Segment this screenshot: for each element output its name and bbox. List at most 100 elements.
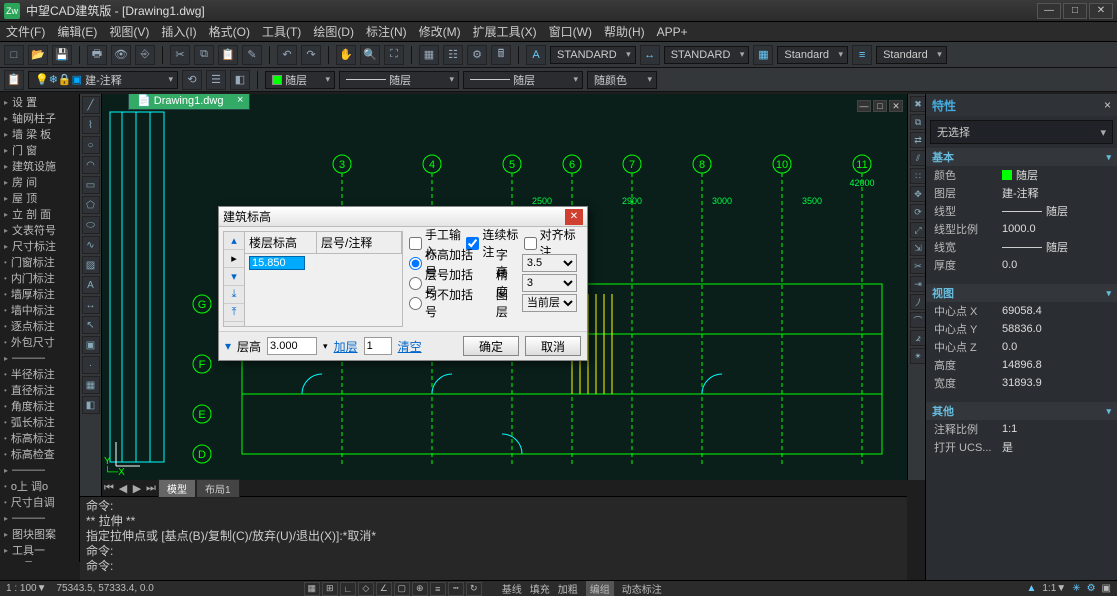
- arrow2-icon[interactable]: ▾: [224, 268, 244, 286]
- copy-icon[interactable]: ⧉: [194, 45, 214, 65]
- prop-row[interactable]: 中心点 Z0.0: [926, 338, 1117, 356]
- tab-nav-last[interactable]: ⏭: [144, 482, 158, 495]
- menu-modify[interactable]: 修改(M): [419, 23, 461, 40]
- minimize-button[interactable]: —: [1037, 3, 1061, 19]
- break-icon[interactable]: ⵰: [910, 294, 926, 310]
- elevation-input[interactable]: [249, 256, 305, 270]
- doc-min-button[interactable]: —: [857, 100, 871, 112]
- arch-menu-item[interactable]: o上 调o: [0, 478, 79, 494]
- status-scale[interactable]: 1 : 100▼: [6, 583, 46, 594]
- table-icon[interactable]: ▦: [82, 376, 100, 394]
- prop-row[interactable]: 打开 UCS...是: [926, 438, 1117, 456]
- status-opt[interactable]: 填充: [530, 581, 550, 596]
- prop-row[interactable]: 线型比例1000.0: [926, 220, 1117, 238]
- publish-icon[interactable]: ⎆: [135, 45, 155, 65]
- prop-row[interactable]: 线宽 随层: [926, 238, 1117, 256]
- ellipse-icon[interactable]: ⬭: [82, 216, 100, 234]
- arch-menu-item[interactable]: 图块图案: [0, 526, 79, 542]
- pan-icon[interactable]: ✋: [336, 45, 356, 65]
- zoom-icon[interactable]: 🔍: [360, 45, 380, 65]
- arch-menu-item[interactable]: ———: [0, 462, 79, 478]
- tablestyle-icon[interactable]: ▦: [753, 45, 773, 65]
- arrow3-icon[interactable]: ⤓: [224, 286, 244, 304]
- linetype-combo[interactable]: 随层: [339, 71, 459, 89]
- explode-icon[interactable]: ✴: [910, 348, 926, 364]
- tab-nav-prev[interactable]: ◀: [116, 482, 130, 495]
- erase-icon[interactable]: ✖: [910, 96, 926, 112]
- prop-row[interactable]: 图层建-注释: [926, 184, 1117, 202]
- prop-row[interactable]: 中心点 X69058.4: [926, 302, 1117, 320]
- maximize-button[interactable]: □: [1063, 3, 1087, 19]
- menu-app[interactable]: APP+: [657, 25, 688, 39]
- copy-obj-icon[interactable]: ⧉: [910, 114, 926, 130]
- menu-tools[interactable]: 工具(T): [262, 23, 301, 40]
- fillet-icon[interactable]: ⌒: [910, 312, 926, 328]
- snap-track-icon[interactable]: ∠: [376, 582, 392, 596]
- prop-row[interactable]: 高度14896.8: [926, 356, 1117, 374]
- arch-menu-item[interactable]: 轴网柱子: [0, 110, 79, 126]
- prop-row[interactable]: 颜色随层: [926, 166, 1117, 184]
- snap-polar-icon[interactable]: ∟: [340, 582, 356, 596]
- menu-window[interactable]: 窗口(W): [549, 23, 592, 40]
- prop-row[interactable]: 中心点 Y58836.0: [926, 320, 1117, 338]
- text-height-combo[interactable]: 3.5: [522, 254, 577, 272]
- arch-menu-item[interactable]: ———: [0, 510, 79, 526]
- arch-menu-item[interactable]: 墙中标注: [0, 302, 79, 318]
- workspace-icon[interactable]: ⚙: [1087, 583, 1096, 594]
- menu-edit[interactable]: 编辑(E): [57, 23, 97, 40]
- arch-menu-item[interactable]: 立 剖 面: [0, 206, 79, 222]
- mlstyle-icon[interactable]: ≡: [852, 45, 872, 65]
- arch-menu-item[interactable]: 设 置: [0, 94, 79, 110]
- layer-state-icon[interactable]: ☰: [206, 70, 226, 90]
- spline-icon[interactable]: ∿: [82, 236, 100, 254]
- cut-icon[interactable]: ✂: [170, 45, 190, 65]
- status-opt[interactable]: 编组: [586, 581, 614, 596]
- point-icon[interactable]: ·: [82, 356, 100, 374]
- layer-mgr-icon[interactable]: 📋: [4, 70, 24, 90]
- table-style-combo[interactable]: Standard: [777, 46, 848, 64]
- floor-height-input[interactable]: [267, 337, 317, 355]
- pline-icon[interactable]: ⌇: [82, 116, 100, 134]
- dim-style-combo[interactable]: STANDARD: [664, 46, 750, 64]
- menu-draw[interactable]: 绘图(D): [313, 23, 354, 40]
- annoscale-value[interactable]: 1:1▼: [1042, 583, 1066, 594]
- clear-link[interactable]: 清空: [398, 338, 422, 355]
- grid-icon[interactable]: ▦: [419, 45, 439, 65]
- preview-icon[interactable]: 👁: [111, 45, 131, 65]
- status-opt[interactable]: 基线: [502, 581, 522, 596]
- arch-menu-item[interactable]: 弧长标注: [0, 414, 79, 430]
- menu-view[interactable]: 视图(V): [109, 23, 149, 40]
- tab-model[interactable]: 模型: [158, 479, 196, 498]
- arch-menu-item[interactable]: 尺寸自调: [0, 494, 79, 510]
- ok-button[interactable]: 确定: [463, 336, 519, 356]
- plotstyle-combo[interactable]: 随颜色: [587, 71, 657, 89]
- props-icon[interactable]: ☷: [443, 45, 463, 65]
- props-group-basic[interactable]: 基本: [926, 148, 1117, 166]
- menu-file[interactable]: 文件(F): [6, 23, 45, 40]
- snap-obj-icon[interactable]: ▢: [394, 582, 410, 596]
- prop-row[interactable]: 宽度31893.9: [926, 374, 1117, 392]
- leader-icon[interactable]: ↖: [82, 316, 100, 334]
- menu-format[interactable]: 格式(O): [209, 23, 250, 40]
- status-max-icon[interactable]: ▣: [1102, 583, 1111, 594]
- print-icon[interactable]: 🖶: [87, 45, 107, 65]
- doc-max-button[interactable]: □: [873, 100, 887, 112]
- arch-menu-item[interactable]: 半径标注: [0, 366, 79, 382]
- arrow-indicator-icon[interactable]: ▸: [224, 250, 244, 268]
- snap-ortho-icon[interactable]: ⊞: [322, 582, 338, 596]
- cancel-button[interactable]: 取消: [525, 336, 581, 356]
- move-icon[interactable]: ✥: [910, 186, 926, 202]
- undo-icon[interactable]: ↶: [277, 45, 297, 65]
- redo-icon[interactable]: ↷: [301, 45, 321, 65]
- circle-icon[interactable]: ○: [82, 136, 100, 154]
- arch-menu-item[interactable]: 角度标注: [0, 398, 79, 414]
- arch-menu-item[interactable]: 直径标注: [0, 382, 79, 398]
- arch-menu-item[interactable]: 工具一: [0, 542, 79, 558]
- arch-menu-item[interactable]: 房 间: [0, 174, 79, 190]
- dialog-close-icon[interactable]: ✕: [565, 209, 583, 225]
- arch-menu-item[interactable]: 门窗标注: [0, 254, 79, 270]
- text-icon[interactable]: A: [82, 276, 100, 294]
- layer-combo-dlg[interactable]: 当前层: [522, 294, 577, 312]
- dim-icon[interactable]: ↔: [82, 296, 100, 314]
- line-icon[interactable]: ╱: [82, 96, 100, 114]
